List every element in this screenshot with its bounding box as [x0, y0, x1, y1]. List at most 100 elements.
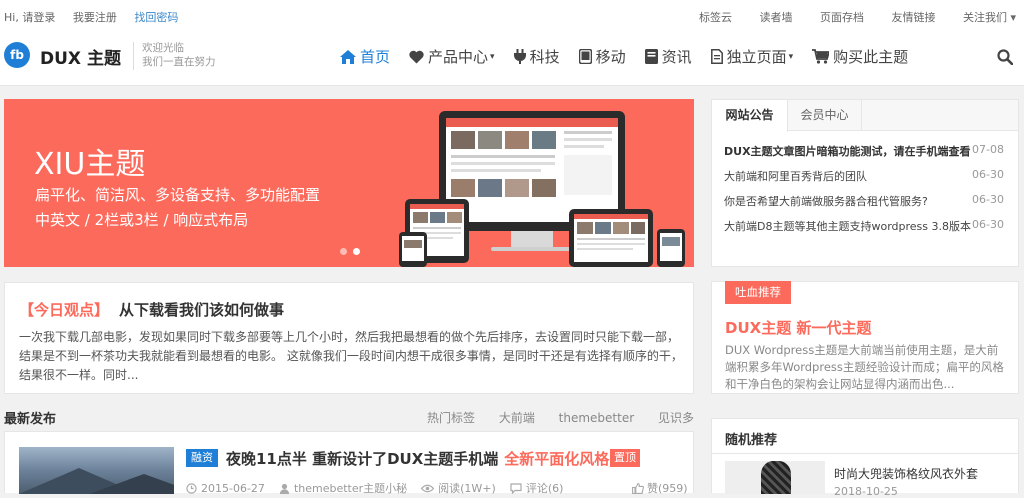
- nav-item-buy[interactable]: 购买此主题: [812, 46, 908, 67]
- heart-icon: [409, 50, 424, 63]
- top-bar-right: 标签云 读者墙 页面存档 友情链接 关注我们 ▾: [675, 9, 1016, 25]
- tag-link-insight[interactable]: 见识多: [658, 411, 694, 425]
- latest-tag-links: 热门标签 大前端 themebetter 见识多: [407, 409, 694, 426]
- nav-label-home: 首页: [360, 48, 391, 66]
- post-category-badge[interactable]: 融资: [186, 449, 218, 467]
- list-item[interactable]: 大前端D8主题等其他主题支持wordpress 3.8版本 06-30: [724, 218, 1004, 243]
- plug-icon: [513, 49, 526, 64]
- post-meta: 2015-06-27 themebetter主题小秘 阅读(1W+) 评论(6): [186, 480, 577, 496]
- logo-text[interactable]: DUX 主题: [40, 44, 121, 69]
- opinion-headline: 从下载看我们该如何做事: [119, 301, 285, 319]
- follow-us-link[interactable]: 关注我们 ▾: [963, 11, 1016, 24]
- friend-links-link[interactable]: 友情链接: [891, 11, 935, 24]
- find-password-link[interactable]: 找回密码: [134, 11, 178, 24]
- comment-icon: [510, 482, 522, 494]
- tab-member-center[interactable]: 会员中心: [788, 100, 862, 131]
- nav-label-buy: 购买此主题: [833, 48, 909, 66]
- list-item[interactable]: DUX主题文章图片暗箱功能测试，请在手机端查看 07-08: [724, 143, 1004, 168]
- list-item[interactable]: 你是否希望大前端做服务器合租代管服务? 06-30: [724, 193, 1004, 218]
- opinion-tag: 【今日观点】: [19, 301, 110, 319]
- nav-label-pages: 独立页面: [726, 48, 787, 66]
- post-thumbnail[interactable]: [19, 447, 174, 494]
- devices-illustration: [399, 111, 685, 267]
- divider: [712, 453, 1018, 454]
- main-nav: 首页 产品中心 ▾ 科技 移动 资讯 独立页面 ▾ 购买此主题: [340, 46, 927, 67]
- register-link[interactable]: 我要注册: [73, 11, 117, 24]
- nav-item-home[interactable]: 首页: [340, 46, 390, 67]
- nav-item-products[interactable]: 产品中心 ▾: [409, 46, 495, 67]
- post-title-highlight: 全新平面化风格: [504, 450, 610, 468]
- nav-item-tech[interactable]: 科技: [513, 46, 560, 67]
- notice-text: 大前端和阿里百秀背后的团队: [724, 170, 867, 183]
- post-views: 阅读(1W+): [421, 480, 496, 496]
- notice-date: 06-30: [972, 168, 1004, 181]
- banner-title: XIU主题: [34, 147, 146, 182]
- random-item-thumbnail[interactable]: [725, 461, 825, 494]
- recommend-title[interactable]: DUX主题 新一代主题: [725, 317, 871, 338]
- recommend-excerpt: DUX Wordpress主题是大前端当前使用主题，是大前端积累多年Wordpr…: [725, 343, 1004, 391]
- post-title[interactable]: 夜晚11点半 重新设计了DUX主题手机端 全新平面化风格: [226, 448, 609, 469]
- logo-mark[interactable]: fb: [4, 42, 30, 68]
- post-author-text: themebetter主题小秘: [293, 482, 408, 495]
- slogan: 欢迎光临 我们一直在努力: [142, 41, 216, 69]
- recommend-widget: 吐血推荐 DUX主题 新一代主题 DUX Wordpress主题是大前端当前使用…: [711, 281, 1019, 394]
- random-item-title[interactable]: 时尚大兜装饰格纹风衣外套: [834, 465, 978, 482]
- notice-text: 你是否希望大前端做服务器合租代管服务?: [724, 195, 928, 208]
- nav-item-pages[interactable]: 独立页面 ▾: [710, 46, 793, 67]
- notice-date: 07-08: [972, 143, 1004, 156]
- follow-us-label: 关注我们: [962, 11, 1007, 24]
- nav-item-news[interactable]: 资讯: [644, 46, 692, 67]
- slogan-line1: 欢迎光临: [142, 42, 184, 54]
- opinion-excerpt: 一次我下载几部电影，发现如果同时下载多部要等上几个小时，然后我把最想看的做个先后…: [19, 330, 683, 382]
- home-icon: [340, 49, 356, 64]
- archive-link[interactable]: 页面存档: [820, 11, 864, 24]
- notice-text: DUX主题文章图片暗箱功能测试，请在手机端查看: [724, 145, 971, 158]
- notice-widget: 网站公告 会员中心 DUX主题文章图片暗箱功能测试，请在手机端查看 07-08 …: [711, 99, 1019, 267]
- clock-icon: [186, 482, 197, 494]
- login-link[interactable]: Hi, 请登录: [4, 11, 55, 24]
- cart-icon: [812, 49, 830, 64]
- nav-item-mobile[interactable]: 移动: [578, 46, 626, 67]
- random-item-date: 2018-10-25: [834, 485, 898, 498]
- recommend-label: 吐血推荐: [725, 281, 791, 304]
- tag-link-themebetter[interactable]: themebetter: [559, 411, 635, 425]
- tag-link-hot[interactable]: 热门标签: [427, 411, 475, 425]
- random-heading: 随机推荐: [725, 433, 778, 448]
- latest-heading: 最新发布: [4, 412, 57, 427]
- logo-divider: [133, 42, 134, 70]
- notice-list: DUX主题文章图片暗箱功能测试，请在手机端查看 07-08 大前端和阿里百秀背后…: [724, 143, 1004, 243]
- tablet-icon: [578, 49, 592, 64]
- notice-date: 06-30: [972, 218, 1004, 231]
- like-count: 赞(959): [647, 482, 688, 495]
- reader-wall-link[interactable]: 读者墙: [759, 11, 792, 24]
- search-icon[interactable]: [997, 49, 1013, 65]
- thumbs-up-icon: [632, 482, 644, 494]
- post-title-main: 夜晚11点半 重新设计了DUX主题手机端: [226, 450, 499, 468]
- file-icon: [710, 49, 723, 64]
- tab-site-notice[interactable]: 网站公告: [712, 100, 788, 132]
- random-widget: 随机推荐 时尚大兜装饰格纹风衣外套 2018-10-25: [711, 418, 1019, 498]
- hero-banner[interactable]: XIU主题 扁平化、简洁风、多设备支持、多功能配置 中英文 / 2栏或3栏 / …: [4, 99, 694, 267]
- tag-link-frontend[interactable]: 大前端: [499, 411, 535, 425]
- post-author[interactable]: themebetter主题小秘: [279, 480, 407, 496]
- like-button[interactable]: 赞(959): [632, 480, 688, 496]
- notice-date: 06-30: [972, 193, 1004, 206]
- list-item: 融资 夜晚11点半 重新设计了DUX主题手机端 全新平面化风格 置顶 2015-0…: [4, 431, 694, 496]
- user-icon: [279, 483, 290, 494]
- notice-text: 大前端D8主题等其他主题支持wordpress 3.8版本: [724, 220, 971, 233]
- nav-label-news: 资讯: [661, 48, 692, 66]
- slide-dot-1[interactable]: [340, 248, 347, 255]
- site-header: fb DUX 主题 欢迎光临 我们一直在努力 首页 产品中心 ▾ 科技 移动 资…: [0, 32, 1024, 86]
- eye-icon: [421, 484, 435, 492]
- opinion-title[interactable]: 【今日观点】 从下载看我们该如何做事: [19, 299, 284, 320]
- post-comments[interactable]: 评论(6): [510, 480, 563, 496]
- nav-label-mobile: 移动: [595, 48, 626, 66]
- list-item[interactable]: 大前端和阿里百秀背后的团队 06-30: [724, 168, 1004, 193]
- notice-tabs: 网站公告 会员中心: [712, 100, 1018, 132]
- featured-opinion: 【今日观点】 从下载看我们该如何做事 一次我下载几部电影，发现如果同时下载多部要等…: [4, 282, 694, 394]
- chevron-down-icon: ▾: [490, 51, 495, 62]
- book-icon: [644, 49, 658, 64]
- top-bar: Hi, 请登录 我要注册 找回密码 标签云 读者墙 页面存档 友情链接 关注我们…: [0, 0, 1024, 32]
- tag-cloud-link[interactable]: 标签云: [699, 11, 732, 24]
- slide-dot-2[interactable]: [353, 248, 360, 255]
